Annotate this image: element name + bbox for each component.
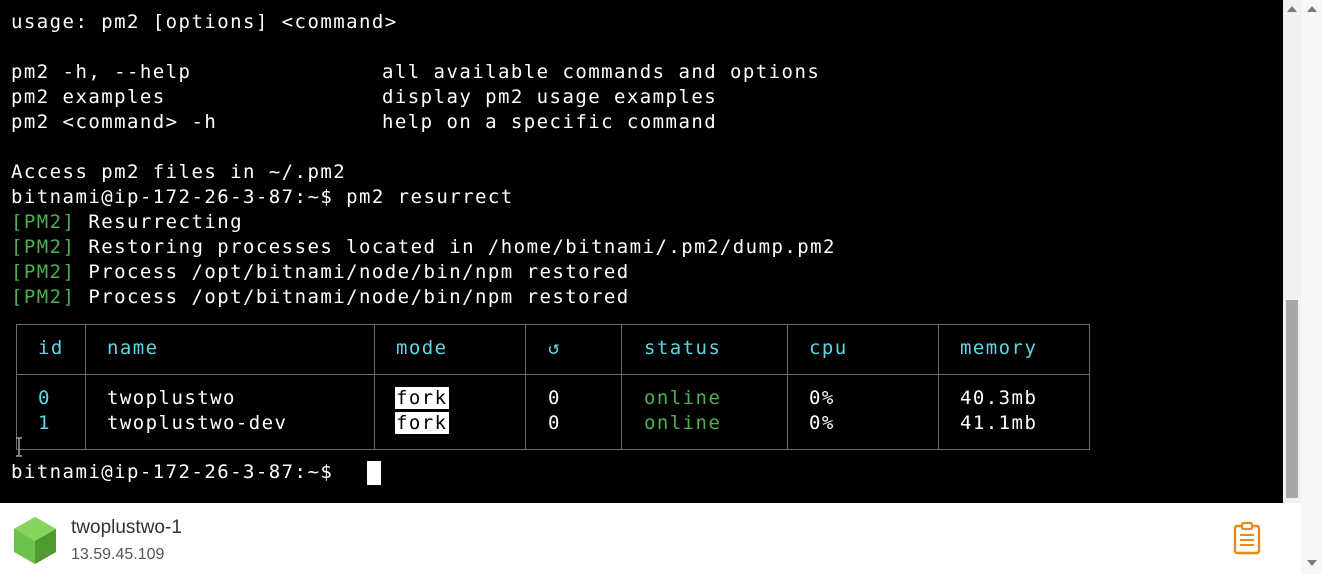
pm2-message: Resurrecting: [75, 211, 244, 233]
terminal-line: pm2 examples: [11, 86, 166, 108]
table-column-divider: [621, 324, 622, 450]
table-header-divider: [16, 374, 1090, 375]
pm2-tag: [PM2]: [11, 236, 76, 258]
terminal-line: pm2 -h, --help: [11, 61, 192, 83]
table-cell-restarts: 0: [548, 387, 561, 409]
pm2-tag: [PM2]: [11, 286, 76, 308]
page-scrollbar[interactable]: [1301, 0, 1322, 574]
table-column-divider: [787, 324, 788, 450]
instance-footer: twoplustwo-1 13.59.45.109: [0, 503, 1301, 574]
table-cell-status: online: [644, 387, 722, 409]
pm2-log-line: [PM2] Restoring processes located in /ho…: [11, 235, 836, 260]
terminal-line: usage: pm2 [options] <command>: [11, 11, 398, 33]
pm2-message: Restoring processes located in /home/bit…: [75, 236, 836, 258]
clipboard-icon[interactable]: [1233, 521, 1261, 555]
table-cell-memory: 40.3mb: [960, 387, 1038, 409]
pm2-message: Process /opt/bitnami/node/bin/npm restor…: [75, 286, 630, 308]
terminal-line: Access pm2 files in ~/.pm2: [11, 161, 347, 183]
terminal-line-description: display pm2 usage examples: [382, 86, 718, 108]
column-header-restarts: ↺: [548, 337, 561, 359]
column-header-cpu: cpu: [809, 337, 848, 359]
table-column-divider: [374, 324, 375, 450]
table-cell-name: twoplustwo: [107, 387, 236, 409]
terminal-screen[interactable]: usage: pm2 [options] <command> pm2 -h, -…: [0, 0, 1283, 503]
table-cell-mode: fork: [395, 387, 449, 409]
pm2-log-line: [PM2] Resurrecting: [11, 210, 243, 235]
node-hexagon-icon: [14, 517, 56, 564]
table-cell-mode: fork: [395, 412, 449, 434]
column-header-name: name: [107, 337, 159, 359]
text-cursor: [367, 461, 381, 485]
column-header-id: id: [38, 337, 64, 359]
column-header-memory: memory: [960, 337, 1038, 359]
scroll-up-arrow-icon[interactable]: [1287, 6, 1297, 12]
table-cell-status: online: [644, 412, 722, 434]
instance-ip: 13.59.45.109: [71, 546, 165, 563]
pm2-tag: [PM2]: [11, 211, 76, 233]
table-cell-id: 1: [38, 412, 51, 434]
table-cell-restarts: 0: [548, 412, 561, 434]
table-cell-cpu: 0%: [809, 387, 835, 409]
terminal-line: bitnami@ip-172-26-3-87:~$ pm2 resurrect: [11, 186, 514, 208]
instance-name: twoplustwo-1: [71, 517, 182, 538]
terminal-prompt: bitnami@ip-172-26-3-87:~$: [11, 461, 347, 483]
pm2-log-line: [PM2] Process /opt/bitnami/node/bin/npm …: [11, 285, 630, 310]
table-column-divider: [85, 324, 86, 450]
page-scroll-down-icon[interactable]: [1307, 560, 1317, 566]
table-cell-id: 0: [38, 387, 51, 409]
column-header-mode: mode: [396, 337, 448, 359]
terminal-line-description: all available commands and options: [382, 61, 821, 83]
table-cell-cpu: 0%: [809, 412, 835, 434]
terminal-line: pm2 <command> -h: [11, 111, 218, 133]
pm2-tag: [PM2]: [11, 261, 76, 283]
pm2-message: Process /opt/bitnami/node/bin/npm restor…: [75, 261, 630, 283]
table-column-divider: [525, 324, 526, 450]
pm2-log-line: [PM2] Process /opt/bitnami/node/bin/npm …: [11, 260, 630, 285]
table-cell-memory: 41.1mb: [960, 412, 1038, 434]
table-cell-name: twoplustwo-dev: [107, 412, 288, 434]
column-header-status: status: [644, 337, 722, 359]
table-column-divider: [938, 324, 939, 450]
terminal-scrollbar[interactable]: [1283, 0, 1301, 503]
terminal-line-description: help on a specific command: [382, 111, 718, 133]
page-scroll-up-icon[interactable]: [1307, 6, 1317, 12]
scroll-thumb[interactable]: [1286, 300, 1298, 498]
ibeam-cursor-icon: [16, 437, 22, 457]
